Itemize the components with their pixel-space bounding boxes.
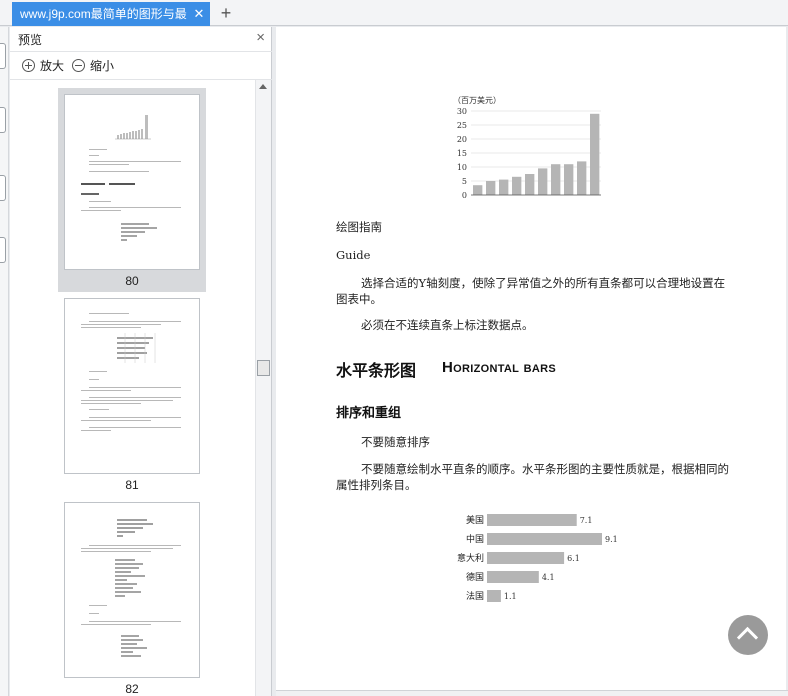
bar bbox=[577, 161, 587, 195]
zoom-in-icon bbox=[22, 58, 35, 72]
category-label: 美国 bbox=[466, 514, 484, 526]
bar bbox=[487, 590, 501, 602]
sub-heading: 不要随意排序 bbox=[361, 435, 430, 449]
category-label: 德国 bbox=[466, 571, 484, 583]
y-tick-label: 15 bbox=[457, 149, 467, 158]
scroll-up-arrow-icon[interactable] bbox=[259, 84, 267, 89]
tab-bar: www.j9p.com最简单的图形与最 ✕ + bbox=[0, 0, 788, 26]
bar bbox=[512, 176, 522, 195]
thumbnail-list: 80 81 82 bbox=[10, 80, 255, 696]
document-view: （百万美元） 0 5 10 15 20 25 30 绘图指南 Guide 选择合适的Y轴刻度，… bbox=[274, 27, 788, 696]
thumbnail-82-content bbox=[81, 519, 181, 657]
bar bbox=[538, 168, 548, 195]
bar bbox=[590, 113, 600, 195]
back-to-top-button[interactable] bbox=[728, 615, 768, 655]
panel-close-button[interactable]: × bbox=[256, 29, 265, 46]
thumbnail-page-82[interactable] bbox=[64, 502, 200, 678]
thumbnail-page-80[interactable] bbox=[64, 94, 200, 270]
y-tick-label: 20 bbox=[457, 135, 467, 144]
rail-tab-4[interactable] bbox=[0, 237, 6, 263]
bar bbox=[487, 533, 602, 545]
rail-tab-1[interactable] bbox=[0, 43, 6, 69]
horizontal-bar-chart: 美国 7.1 中国 9.1 意大利 6.1 德国 4.1 法国 1.1 bbox=[457, 514, 618, 602]
vertical-bar-chart: （百万美元） 0 5 10 15 20 25 30 bbox=[453, 95, 601, 200]
value-label: 1.1 bbox=[504, 592, 517, 601]
document-page: （百万美元） 0 5 10 15 20 25 30 绘图指南 Guide 选择合适的Y轴刻度，… bbox=[276, 27, 786, 692]
paragraph: 不要随意绘制水平直条的顺序。水平条形图的主要性质就是，根据相同的属性排列条目。 bbox=[336, 462, 729, 492]
divider bbox=[10, 51, 272, 52]
zoom-out-button[interactable]: 缩小 bbox=[72, 57, 114, 73]
value-label: 4.1 bbox=[542, 573, 555, 582]
y-tick-label: 10 bbox=[457, 163, 467, 172]
rail-tab-3[interactable] bbox=[0, 175, 6, 201]
document-tab-title: www.j9p.com最简单的图形与最 bbox=[20, 7, 187, 21]
bar bbox=[487, 552, 565, 564]
bar bbox=[473, 185, 483, 195]
panel-scrollbar[interactable] bbox=[255, 80, 271, 696]
category-label: 中国 bbox=[466, 533, 484, 545]
panel-title: 预览 bbox=[18, 33, 43, 47]
value-label: 6.1 bbox=[567, 554, 580, 563]
bar bbox=[487, 571, 539, 583]
thumbnail-81-content bbox=[81, 313, 181, 431]
document-tab[interactable]: www.j9p.com最简单的图形与最 ✕ bbox=[12, 2, 210, 26]
thumbnail-page-number: 81 bbox=[125, 478, 139, 492]
y-tick-label: 5 bbox=[462, 177, 467, 186]
rail-tab-2[interactable] bbox=[0, 107, 6, 133]
y-tick-label: 0 bbox=[462, 191, 467, 200]
bar bbox=[564, 164, 574, 195]
value-label: 7.1 bbox=[580, 516, 593, 525]
thumbnail-80-content bbox=[81, 115, 181, 241]
paragraph: 选择合适的Y轴刻度，使除了异常值之外的所有直条都可以合理地设置在图表中。 bbox=[336, 276, 726, 306]
new-tab-button[interactable]: + bbox=[218, 2, 234, 24]
thumbnail-page-number: 82 bbox=[125, 682, 139, 696]
left-rail bbox=[0, 27, 9, 696]
zoom-out-icon bbox=[72, 58, 85, 72]
bar bbox=[486, 181, 496, 195]
guide-heading: 绘图指南 bbox=[336, 220, 382, 234]
horizontal-scrollbar[interactable] bbox=[276, 690, 788, 696]
y-axis-label: （百万美元） bbox=[453, 95, 501, 105]
bar bbox=[551, 164, 561, 195]
close-tab-icon[interactable]: ✕ bbox=[192, 2, 206, 26]
y-tick-label: 30 bbox=[457, 107, 467, 116]
thumbnail-page-81[interactable] bbox=[64, 298, 200, 474]
thumbnail-page-number: 80 bbox=[125, 274, 139, 288]
value-label: 9.1 bbox=[605, 535, 618, 544]
paragraph: 必须在不连续直条上标注数据点。 bbox=[361, 318, 534, 332]
zoom-in-button[interactable]: 放大 bbox=[22, 57, 64, 73]
category-label: 法国 bbox=[466, 590, 484, 602]
bar bbox=[487, 514, 577, 526]
guide-heading-en: Guide bbox=[336, 248, 371, 262]
subsection-heading: 排序和重组 bbox=[336, 406, 402, 421]
bar bbox=[499, 179, 509, 195]
zoom-in-label: 放大 bbox=[40, 58, 65, 73]
y-tick-label: 25 bbox=[457, 121, 467, 130]
bar bbox=[525, 174, 535, 195]
scrollbar-thumb[interactable] bbox=[257, 360, 270, 376]
section-heading: 水平条形图 bbox=[336, 361, 417, 380]
preview-panel: 预览 × 放大 缩小 80 81 82 bbox=[10, 27, 272, 696]
zoom-out-label: 缩小 bbox=[90, 58, 115, 73]
section-heading-en: Horizontal bars bbox=[442, 359, 557, 376]
category-label: 意大利 bbox=[457, 552, 484, 564]
